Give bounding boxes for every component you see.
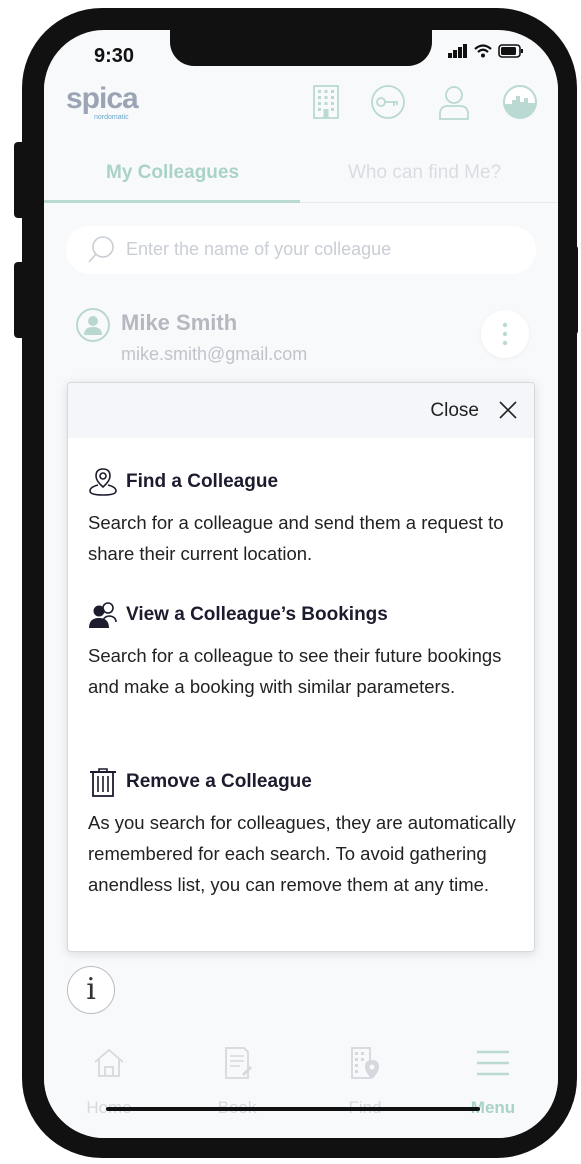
wifi-icon: [474, 44, 492, 58]
nav-menu[interactable]: Menu: [448, 1046, 538, 1117]
tab-who-can-find-me[interactable]: Who can find Me?: [348, 162, 501, 184]
profile-circle-icon[interactable]: [502, 84, 538, 120]
colleague-email: mike.smith@gmail.com: [121, 344, 308, 364]
location-person-icon: [89, 468, 117, 496]
nav-find[interactable]: Find: [320, 1046, 410, 1117]
more-vertical-icon: [502, 322, 508, 346]
info-button[interactable]: i: [67, 966, 115, 1014]
section-title: View a Colleague’s Bookings: [126, 604, 388, 625]
popup-header: Close: [68, 383, 534, 438]
signal-icon: [448, 44, 467, 58]
key-icon[interactable]: [370, 84, 406, 120]
menu-icon: [477, 1050, 509, 1076]
home-icon: [94, 1048, 124, 1077]
search-placeholder: Enter the name of your colleague: [126, 239, 392, 259]
status-time: 9:30: [94, 45, 135, 67]
person-icon: [84, 316, 102, 335]
active-tab-indicator: [44, 200, 300, 203]
nav-home[interactable]: Home: [64, 1046, 154, 1117]
logo-subtitle: nordomatic: [94, 114, 129, 121]
building-icon[interactable]: [308, 84, 344, 120]
notch: [170, 30, 432, 66]
battery-icon: [498, 44, 523, 58]
trash-icon: [90, 768, 116, 797]
app-screen: 9:30 spica nordomatic My Colleagues Who …: [44, 30, 558, 1138]
section-body: As you search for colleagues, they are a…: [88, 812, 516, 895]
logo-text: spica: [66, 82, 139, 115]
avatar: [76, 308, 110, 342]
people-icon: [89, 602, 117, 628]
bottom-nav: Home Book Find Menu: [44, 1032, 558, 1138]
info-icon: i: [86, 972, 96, 1007]
section-body: Search for a colleague to see their futu…: [88, 645, 502, 697]
close-icon[interactable]: [498, 400, 518, 420]
user-icon[interactable]: [436, 84, 472, 120]
home-indicator: [106, 1107, 480, 1111]
status-icons: [448, 44, 524, 58]
section-body: Search for a colleague and send them a r…: [88, 512, 504, 564]
tab-bar: My Colleagues Who can find Me?: [44, 140, 558, 203]
nav-book[interactable]: Book: [192, 1046, 282, 1117]
close-label[interactable]: Close: [430, 400, 479, 422]
app-logo[interactable]: spica: [66, 82, 139, 116]
colleague-name: Mike Smith: [121, 310, 238, 335]
section-title: Remove a Colleague: [126, 771, 312, 792]
section-title: Find a Colleague: [126, 471, 279, 492]
search-icon: [88, 236, 114, 263]
colleague-search-input[interactable]: Enter the name of your colleague: [66, 226, 536, 274]
tab-my-colleagues[interactable]: My Colleagues: [106, 162, 239, 184]
book-icon: [225, 1047, 252, 1079]
colleague-more-button[interactable]: [481, 310, 529, 358]
find-building-icon: [351, 1047, 379, 1079]
app-header: spica nordomatic: [44, 80, 558, 138]
help-popup: Close Find a Colleague Search for a coll…: [67, 382, 535, 952]
